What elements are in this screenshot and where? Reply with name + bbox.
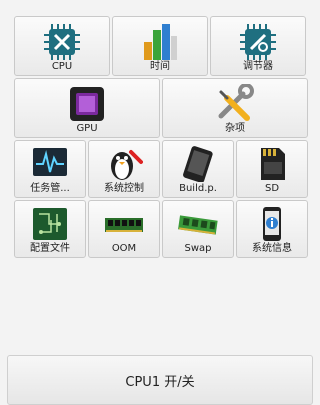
time-tile[interactable]: 时间: [112, 16, 208, 76]
tools-grid: CPU 时间 调节器 GPU 杂项 任务管... 系统控制 Build.p. S…: [13, 16, 309, 260]
wrench-screwdriver-icon: [213, 83, 257, 128]
monitor-waveform-icon: [31, 146, 69, 186]
gpu-chip-icon: [67, 84, 107, 128]
sd-tile[interactable]: SD: [236, 140, 308, 198]
ram-module-green-icon: [176, 206, 220, 246]
swap-tile[interactable]: Swap: [162, 200, 234, 258]
task-manager-tile[interactable]: 任务管...: [14, 140, 86, 198]
phone-info-icon: [253, 206, 291, 246]
sd-card-icon: [253, 146, 291, 186]
penguin-icon: [105, 146, 143, 186]
tiles-row-2: GPU 杂项: [13, 78, 309, 140]
misc-tile[interactable]: 杂项: [162, 78, 308, 138]
gpu-tile[interactable]: GPU: [14, 78, 160, 138]
build-prop-tile[interactable]: Build.p.: [162, 140, 234, 198]
ram-module-icon: [102, 206, 146, 246]
cpu-chip-wrench-icon: [40, 22, 84, 66]
cpu1-toggle-label: CPU1 开/关: [125, 374, 195, 390]
tiles-row-1: CPU 时间 调节器: [13, 16, 309, 78]
oom-tile[interactable]: OOM: [88, 200, 160, 258]
tiles-row-4: 配置文件 OOM Swap 系统信息: [13, 200, 309, 260]
governor-tile[interactable]: 调节器: [210, 16, 306, 76]
cpu-chip-settings-icon: [236, 22, 280, 66]
system-control-tile[interactable]: 系统控制: [88, 140, 160, 198]
bar-chart-icon: [138, 22, 182, 66]
profiles-tile[interactable]: 配置文件: [14, 200, 86, 258]
circuit-board-icon: [31, 206, 69, 246]
cpu-tile[interactable]: CPU: [14, 16, 110, 76]
cpu1-toggle-button[interactable]: CPU1 开/关: [7, 355, 313, 405]
system-info-tile[interactable]: 系统信息: [236, 200, 308, 258]
phone-icon: [179, 146, 217, 186]
tiles-row-3: 任务管... 系统控制 Build.p. SD: [13, 140, 309, 200]
